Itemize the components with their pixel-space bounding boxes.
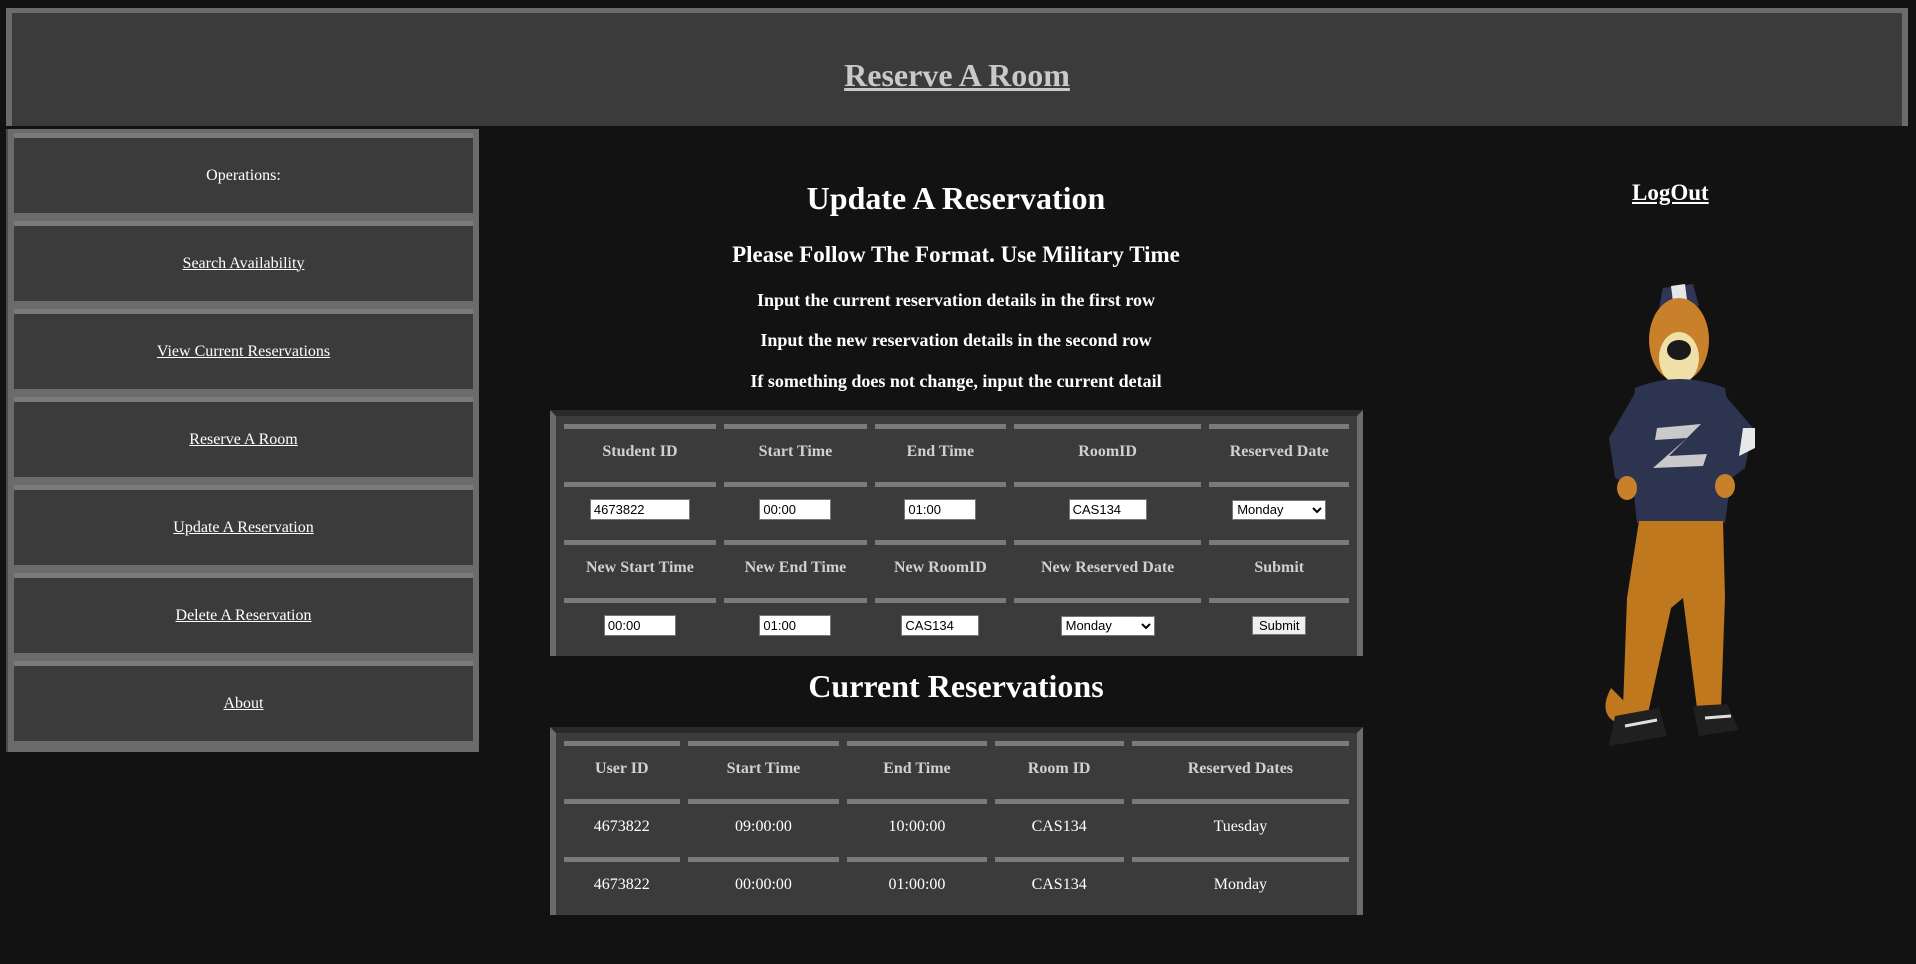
sidebar-heading: Operations: bbox=[14, 133, 473, 213]
header-banner: Reserve A Room bbox=[6, 8, 1908, 126]
current-reservations-title: Current Reservations bbox=[808, 668, 1104, 704]
col-header-new-reserved-date: New Reserved Date bbox=[1013, 540, 1202, 590]
cell-new-start-time bbox=[564, 598, 716, 648]
sidebar-item-delete-reservation: Delete A Reservation bbox=[14, 573, 473, 653]
col-header-start-time: Start Time bbox=[687, 741, 840, 791]
col-header-start-time: Start Time bbox=[723, 424, 867, 474]
col-header-room-id: RoomID bbox=[1013, 424, 1202, 474]
cell-reserved-date: Monday bbox=[1209, 482, 1349, 532]
cell-start-time: 00:00:00 bbox=[687, 857, 840, 907]
col-header-submit: Submit bbox=[1209, 540, 1349, 590]
sidebar: Operations: Search Availability View Cur… bbox=[6, 129, 479, 752]
sidebar-link-update-reservation[interactable]: Update A Reservation bbox=[173, 519, 313, 537]
logout-link[interactable]: LogOut bbox=[1632, 180, 1709, 206]
col-header-room-id: Room ID bbox=[994, 741, 1124, 791]
col-header-new-start-time: New Start Time bbox=[564, 540, 716, 590]
col-header-reserved-dates: Reserved Dates bbox=[1131, 741, 1349, 791]
sidebar-link-search-availability[interactable]: Search Availability bbox=[183, 255, 305, 273]
page-title: Update A Reservation bbox=[806, 180, 1106, 216]
cell-student-id bbox=[564, 482, 716, 532]
new-end-time-input[interactable] bbox=[759, 615, 832, 636]
cell-new-reserved-date: Monday bbox=[1013, 598, 1202, 648]
cell-room-id bbox=[1013, 482, 1202, 532]
update-reservation-form: Student ID Start Time End Time RoomID Re… bbox=[550, 410, 1363, 656]
end-time-input[interactable] bbox=[904, 499, 977, 520]
col-header-new-room-id: New RoomID bbox=[875, 540, 1006, 590]
cell-user-id: 4673822 bbox=[564, 799, 680, 849]
col-header-reserved-date: Reserved Date bbox=[1209, 424, 1349, 474]
sidebar-link-delete-reservation[interactable]: Delete A Reservation bbox=[176, 607, 312, 625]
table-row: 4673822 09:00:00 10:00:00 CAS134 Tuesday bbox=[564, 799, 1349, 849]
cell-start-time: 09:00:00 bbox=[687, 799, 840, 849]
sidebar-item-about: About bbox=[14, 661, 473, 741]
table-row: 4673822 00:00:00 01:00:00 CAS134 Monday bbox=[564, 857, 1349, 907]
cell-end-time bbox=[875, 482, 1006, 532]
cell-new-end-time bbox=[723, 598, 867, 648]
cell-submit: Submit bbox=[1209, 598, 1349, 648]
sidebar-item-view-reservations: View Current Reservations bbox=[14, 309, 473, 389]
sidebar-item-search-availability: Search Availability bbox=[14, 221, 473, 301]
cell-start-time bbox=[723, 482, 867, 532]
cell-reserved-date: Monday bbox=[1131, 857, 1349, 907]
cell-new-room-id bbox=[875, 598, 1006, 648]
format-note: Please Follow The Format. Use Military T… bbox=[732, 242, 1180, 267]
current-reservations-table: User ID Start Time End Time Room ID Rese… bbox=[550, 727, 1363, 915]
student-id-input[interactable] bbox=[589, 499, 690, 520]
room-id-input[interactable] bbox=[1068, 499, 1147, 520]
new-reserved-date-select[interactable]: Monday bbox=[1060, 615, 1155, 636]
col-header-new-end-time: New End Time bbox=[723, 540, 867, 590]
sidebar-item-update-reservation: Update A Reservation bbox=[14, 485, 473, 565]
header-title-link[interactable]: Reserve A Room bbox=[844, 57, 1070, 94]
col-header-user-id: User ID bbox=[564, 741, 680, 791]
cell-end-time: 01:00:00 bbox=[847, 857, 987, 907]
cell-reserved-date: Tuesday bbox=[1131, 799, 1349, 849]
reserved-date-select[interactable]: Monday bbox=[1232, 499, 1327, 520]
cell-room-id: CAS134 bbox=[994, 799, 1124, 849]
col-header-end-time: End Time bbox=[875, 424, 1006, 474]
new-start-time-input[interactable] bbox=[603, 615, 676, 636]
instruction-line: If something does not change, input the … bbox=[750, 371, 1162, 391]
col-header-student-id: Student ID bbox=[564, 424, 716, 474]
start-time-input[interactable] bbox=[759, 499, 832, 520]
new-room-id-input[interactable] bbox=[901, 615, 980, 636]
col-header-end-time: End Time bbox=[847, 741, 987, 791]
mascot-image bbox=[1605, 284, 1755, 746]
cell-end-time: 10:00:00 bbox=[847, 799, 987, 849]
sidebar-link-reserve-room[interactable]: Reserve A Room bbox=[189, 431, 297, 449]
sidebar-item-reserve-room: Reserve A Room bbox=[14, 397, 473, 477]
cell-user-id: 4673822 bbox=[564, 857, 680, 907]
instruction-line: Input the current reservation details in… bbox=[757, 290, 1155, 310]
submit-button[interactable]: Submit bbox=[1251, 616, 1307, 635]
cell-room-id: CAS134 bbox=[994, 857, 1124, 907]
instruction-line: Input the new reservation details in the… bbox=[760, 330, 1152, 350]
sidebar-link-view-reservations[interactable]: View Current Reservations bbox=[157, 343, 330, 361]
sidebar-link-about[interactable]: About bbox=[224, 695, 264, 713]
